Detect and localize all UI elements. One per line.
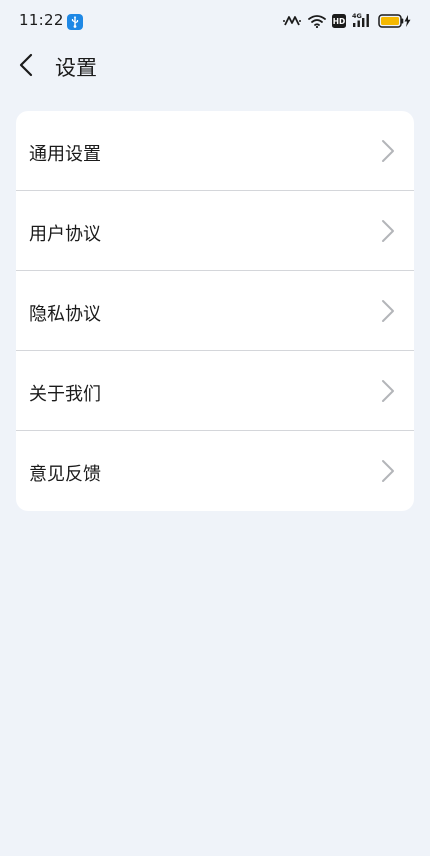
settings-item-label: 意见反馈 [29,464,101,485]
network-label: 4G [352,12,362,20]
settings-item-about-us[interactable]: 关于我们 [16,351,414,431]
nfc-icon [282,13,302,32]
status-time: 11:22 [19,11,64,29]
status-bar: 11:22 HD 4G [0,0,430,44]
hd-label: HD [333,17,346,26]
settings-list: 通用设置 用户协议 隐私协议 关于我们 意见反馈 [16,111,414,511]
chevron-right-icon [382,220,394,242]
back-arrow-icon [19,53,33,77]
settings-screen: 11:22 HD 4G 设置 通用设置 用户协议 隐私协议 关于我们 意见反馈 [0,0,430,856]
wifi-icon [308,13,326,32]
battery-charging-icon [378,13,412,32]
hd-icon: HD [332,13,346,32]
usb-debugging-icon [67,14,83,30]
chevron-right-icon [382,460,394,482]
chevron-right-icon [382,380,394,402]
chevron-right-icon [382,300,394,322]
back-button[interactable] [12,50,42,80]
settings-item-label: 隐私协议 [29,304,101,325]
page-title: 设置 [55,56,97,80]
header: 设置 [0,44,430,88]
status-icons: HD 4G [282,12,412,32]
settings-item-user-agreement[interactable]: 用户协议 [16,191,414,271]
signal-4g-icon: 4G [352,12,372,32]
settings-item-label: 用户协议 [29,224,101,245]
settings-item-label: 通用设置 [29,144,101,165]
settings-item-privacy-policy[interactable]: 隐私协议 [16,271,414,351]
settings-item-label: 关于我们 [29,384,101,405]
chevron-right-icon [382,140,394,162]
settings-item-general[interactable]: 通用设置 [16,111,414,191]
settings-item-feedback[interactable]: 意见反馈 [16,431,414,511]
